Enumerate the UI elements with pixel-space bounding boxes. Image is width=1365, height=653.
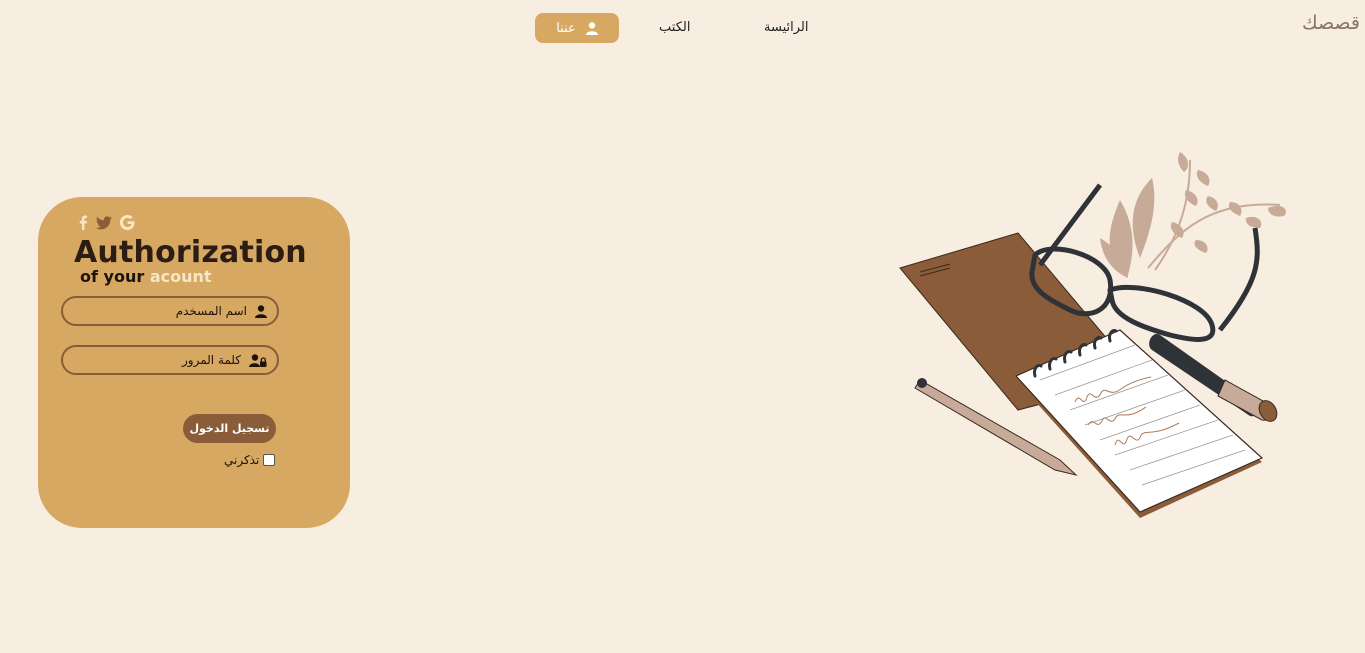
user-lock-icon xyxy=(249,353,267,367)
remember-checkbox[interactable] xyxy=(263,454,276,466)
google-icon[interactable] xyxy=(120,215,135,234)
username-placeholder: اسم المسخدم xyxy=(175,304,247,318)
user-icon xyxy=(585,21,598,35)
subtitle-prefix: of your xyxy=(80,267,145,286)
username-field[interactable]: اسم المسخدم xyxy=(61,296,279,326)
login-subtitle: of your acount xyxy=(80,267,212,286)
login-title: Authorization xyxy=(74,235,307,270)
brand-logo[interactable]: قصصك xyxy=(1302,12,1360,34)
twitter-icon[interactable] xyxy=(96,215,112,234)
notebook-illustration xyxy=(890,140,1300,534)
remember-me[interactable]: تذكرني xyxy=(224,453,276,467)
user-icon xyxy=(255,304,267,318)
nav-link-home[interactable]: الرائيسة xyxy=(764,20,808,35)
password-placeholder: كلمة المرور xyxy=(181,353,241,367)
subtitle-accent: acount xyxy=(149,267,212,286)
facebook-icon[interactable] xyxy=(78,215,88,234)
remember-label: تذكرني xyxy=(224,453,260,467)
password-field[interactable]: كلمة المرور xyxy=(61,345,279,375)
login-button[interactable]: تسجيل الدخول xyxy=(183,414,276,443)
login-card: Authorization of your acount اسم المسخدم… xyxy=(38,197,350,528)
social-links xyxy=(78,215,135,234)
top-nav: عننا الكتب الرائيسة xyxy=(535,13,825,43)
nav-about-label: عننا xyxy=(556,20,576,36)
nav-about-button[interactable]: عننا xyxy=(535,13,619,43)
nav-link-books[interactable]: الكتب xyxy=(659,20,690,35)
